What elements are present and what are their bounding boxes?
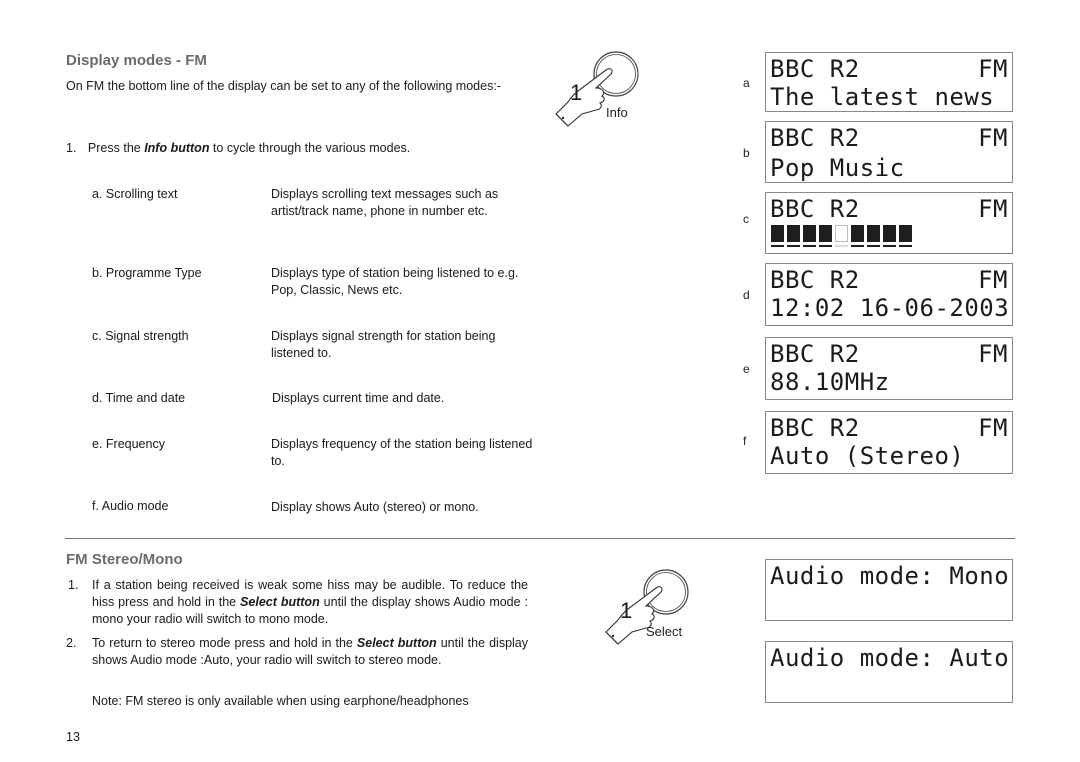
- display-letter: f: [743, 434, 747, 448]
- signal-segment-underline: [819, 245, 832, 247]
- step-1: 1. Press the Info button to cycle throug…: [66, 140, 536, 157]
- section-title-display-modes: Display modes - FM: [66, 52, 207, 69]
- info-button-ref: Info button: [144, 141, 210, 155]
- lcd-band: FM: [978, 340, 1008, 368]
- section-divider: [65, 538, 1015, 539]
- stereo-step-1: 1. If a station being received is weak s…: [66, 577, 536, 628]
- intro-text: On FM the bottom line of the display can…: [66, 79, 501, 93]
- lcd-display-programme-type: BBC R2 FM Pop Music: [765, 121, 1013, 183]
- lcd-band: FM: [978, 414, 1008, 442]
- signal-segment-block: [899, 225, 912, 242]
- mode-label: f. Audio mode: [92, 499, 169, 513]
- signal-segment-filled: [771, 225, 784, 247]
- mode-description: Displays frequency of the station being …: [271, 437, 533, 468]
- select-label: Select: [646, 624, 683, 639]
- signal-segment-filled: [899, 225, 912, 247]
- signal-segment-block: [835, 225, 848, 242]
- stereo-step-2: 2. To return to stereo mode press and ho…: [66, 635, 536, 669]
- display-letter: a: [743, 76, 750, 90]
- lcd-display-audio-mono: Audio mode: Mono: [765, 559, 1013, 621]
- lcd-station: BBC R2: [770, 124, 860, 152]
- select-button-ref: Select button: [240, 595, 320, 609]
- mode-label: c. Signal strength: [92, 329, 189, 343]
- signal-segment-filled: [803, 225, 816, 247]
- mode-description: Displays scrolling text messages such as…: [271, 187, 499, 218]
- lcd-line2: 88.10MHz: [770, 368, 890, 396]
- signal-segment-block: [771, 225, 784, 242]
- display-letter: d: [743, 288, 750, 302]
- signal-segment-block: [803, 225, 816, 242]
- signal-segment-block: [851, 225, 864, 242]
- step-number: 1.: [66, 141, 77, 155]
- lcd-line2: The latest news: [770, 83, 995, 111]
- lcd-band: FM: [978, 55, 1008, 83]
- lcd-display-audio-auto: Audio mode: Auto: [765, 641, 1013, 703]
- step-number: 1.: [68, 578, 79, 592]
- lcd-display-time-date: BBC R2 FM 12:02 16-06-2003: [765, 263, 1013, 326]
- display-letter: c: [743, 212, 749, 226]
- signal-segment-underline: [867, 245, 880, 247]
- signal-segment-filled: [867, 225, 880, 247]
- signal-segment-filled: [851, 225, 864, 247]
- signal-segment-filled: [819, 225, 832, 247]
- signal-segment-underline: [803, 245, 816, 247]
- step-number: 2.: [66, 636, 77, 650]
- signal-segment-block: [883, 225, 896, 242]
- lcd-station: BBC R2: [770, 55, 860, 83]
- lcd-display-audio-mode: BBC R2 FM Auto (Stereo): [765, 411, 1013, 474]
- signal-segment-underline: [883, 245, 896, 247]
- info-button-illustration: 1 Info: [548, 48, 643, 138]
- mode-label: a. Scrolling text: [92, 187, 178, 201]
- lcd-display-frequency: BBC R2 FM 88.10MHz: [765, 337, 1013, 400]
- step-number-badge: 1: [620, 598, 633, 623]
- signal-segment-underline: [771, 245, 784, 247]
- signal-segment-underline: [835, 245, 848, 247]
- lcd-display-scrolling-text: BBC R2 FM The latest news: [765, 52, 1013, 112]
- section-title-stereo-mono: FM Stereo/Mono: [66, 551, 183, 568]
- mode-label: d. Time and date: [92, 391, 186, 405]
- mode-label: b. Programme Type: [92, 266, 202, 280]
- page-number: 13: [66, 730, 80, 744]
- stereo-note: Note: FM stereo is only available when u…: [92, 694, 469, 708]
- select-button-ref: Select button: [356, 636, 437, 650]
- lcd-station: BBC R2: [770, 414, 860, 442]
- lcd-line2: Auto (Stereo): [770, 442, 965, 470]
- display-letter: e: [743, 362, 750, 376]
- mode-description: Displays signal strength for station bei…: [271, 329, 496, 360]
- signal-segment-underline: [851, 245, 864, 247]
- lcd-station: BBC R2: [770, 340, 860, 368]
- step-text-post: to cycle through the various modes.: [209, 141, 411, 155]
- lcd-display-signal-strength: BBC R2 FM: [765, 192, 1013, 254]
- lcd-band: FM: [978, 124, 1008, 152]
- signal-strength-bar: [771, 225, 912, 247]
- lcd-band: FM: [978, 195, 1008, 223]
- step-text-pre: Press the: [87, 141, 145, 155]
- lcd-line1: Audio mode: Mono: [770, 562, 1010, 590]
- info-label: Info: [606, 105, 628, 120]
- pointing-hand-icon: [555, 51, 639, 127]
- display-letter: b: [743, 146, 750, 160]
- signal-segment-underline: [787, 245, 800, 247]
- signal-segment-filled: [787, 225, 800, 247]
- lcd-band: FM: [978, 266, 1008, 294]
- signal-segment-block: [819, 225, 832, 242]
- signal-segment-block: [787, 225, 800, 242]
- step-text-pre: To return to stereo mode press and hold …: [92, 636, 357, 650]
- step-number-badge: 1: [570, 80, 583, 105]
- mode-description: Displays type of station being listened …: [271, 266, 519, 297]
- lcd-line1: Audio mode: Auto: [770, 644, 1010, 672]
- signal-segment-empty: [835, 225, 848, 247]
- mode-label: e. Frequency: [92, 437, 165, 451]
- signal-segment-block: [867, 225, 880, 242]
- lcd-station: BBC R2: [770, 266, 860, 294]
- lcd-station: BBC R2: [770, 195, 860, 223]
- lcd-line2: 12:02 16-06-2003: [770, 294, 1010, 322]
- signal-segment-filled: [883, 225, 896, 247]
- mode-description: Displays current time and date.: [272, 391, 445, 405]
- lcd-line2: Pop Music: [770, 154, 905, 182]
- signal-segment-underline: [899, 245, 912, 247]
- mode-description: Display shows Auto (stereo) or mono.: [271, 500, 479, 514]
- select-button-illustration: 1 Select: [598, 566, 693, 656]
